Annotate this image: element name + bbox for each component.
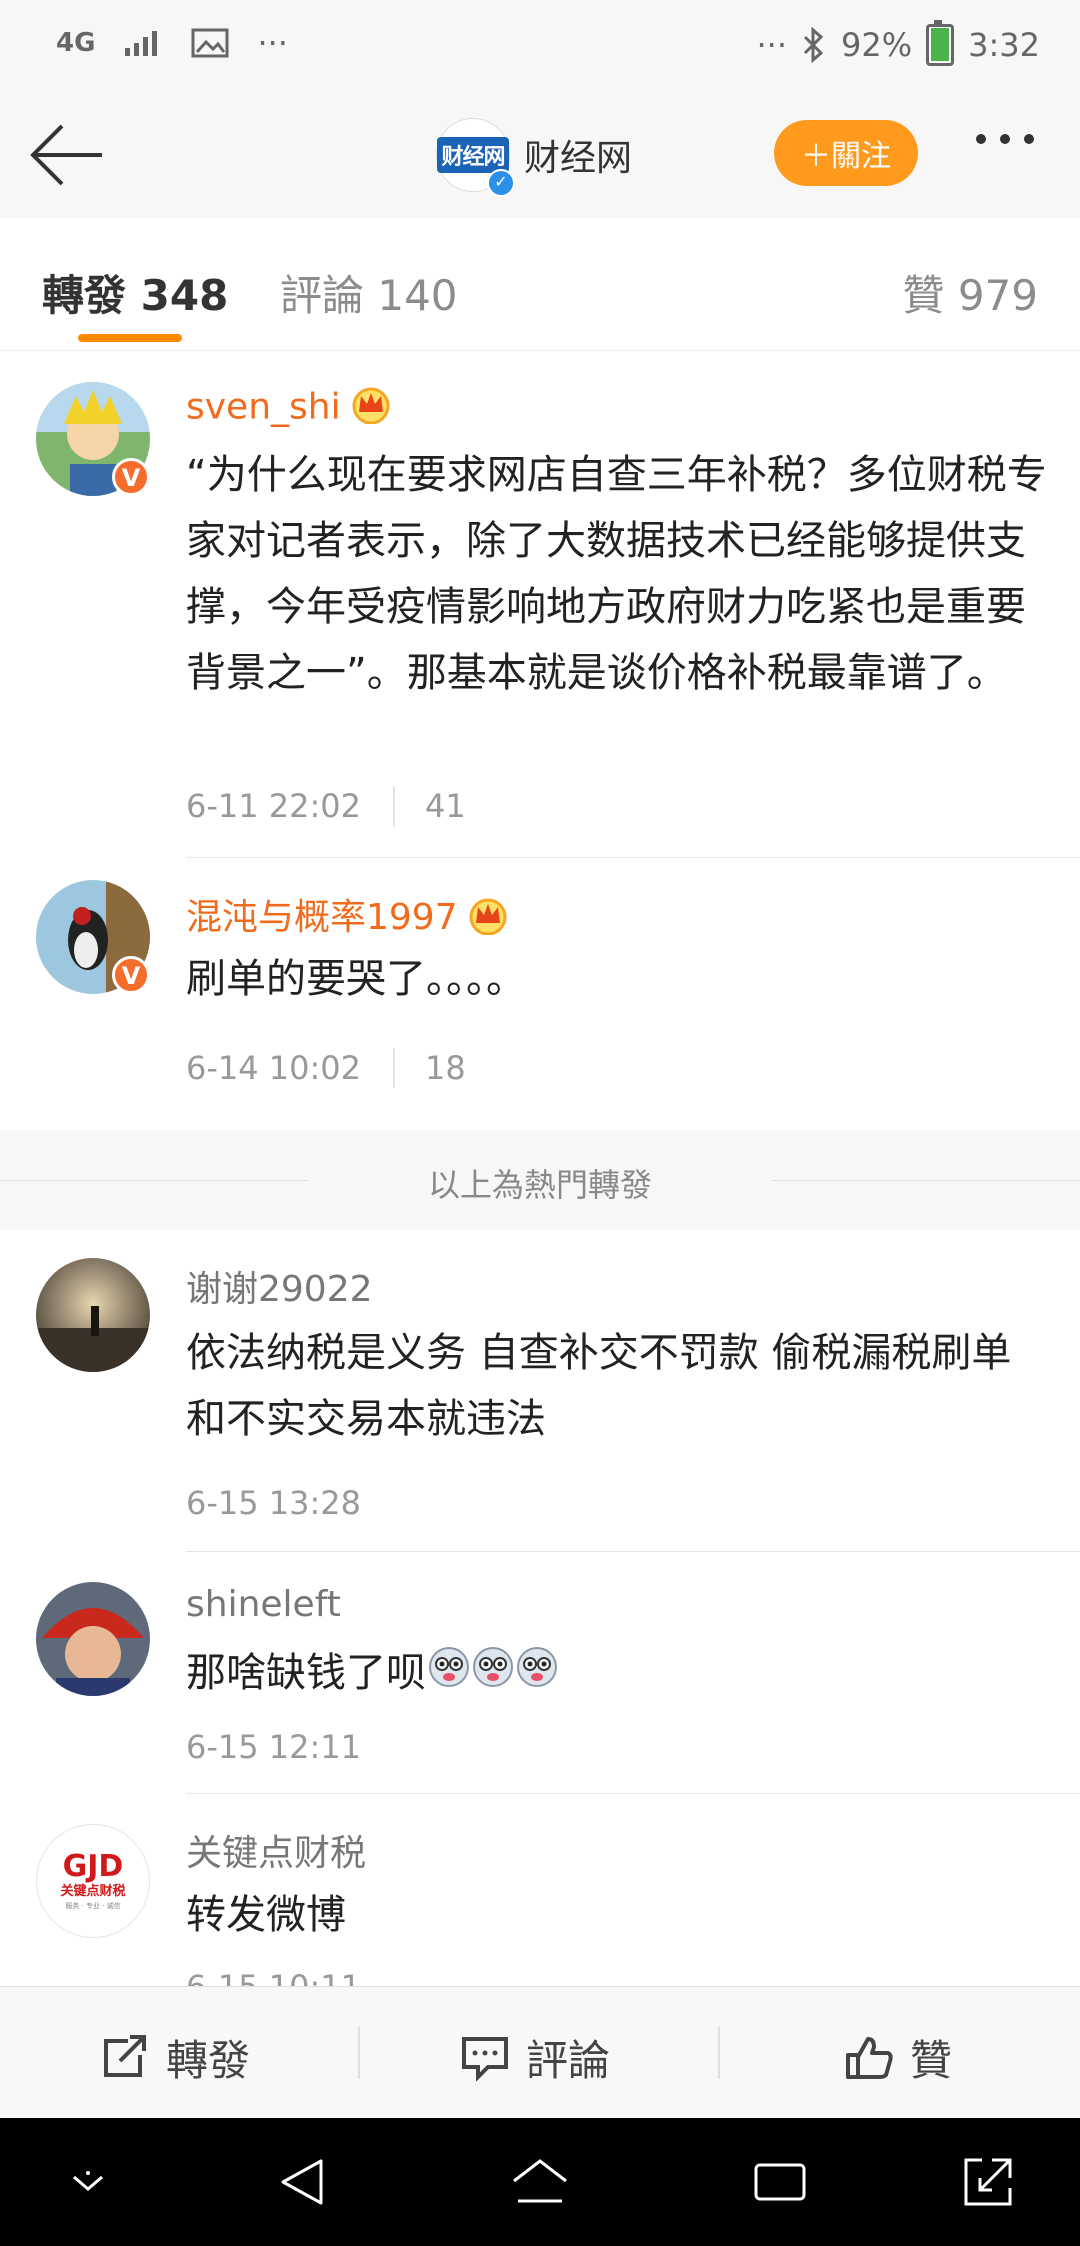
account-header[interactable]: 财经网 ✓ 财经网 [436, 118, 633, 197]
avatar[interactable]: V [36, 382, 150, 496]
meta-divider [393, 1048, 396, 1088]
more-dots-icon: ··· [756, 26, 788, 64]
emoji-row [426, 1647, 558, 1696]
battery-percent: 92% [841, 26, 913, 64]
image-icon [191, 28, 229, 58]
doge-emoji [516, 1642, 558, 1708]
hot-reposts-label: 以上為熱門轉發 [427, 1166, 652, 1204]
back-triangle-icon [281, 2159, 323, 2205]
bluetooth-icon [801, 27, 827, 63]
username[interactable]: shineleft [186, 1584, 341, 1625]
bottom-action-bar: 轉發 評論 贊 [0, 1986, 1080, 2119]
timestamp: 6-11 22:02 [186, 787, 362, 825]
signal-icon [123, 28, 163, 58]
doge-emoji [472, 1642, 514, 1708]
list-item[interactable]: V 混沌与概率1997 刷单的要哭了。。。。 6-14 10:02 18 [0, 858, 1080, 1130]
network-4g-icon: 4G [56, 28, 96, 58]
more-dot [1000, 134, 1010, 144]
status-bar: 4G ··· ··· 92% 3:32 [0, 0, 1080, 92]
like-count[interactable]: 41 [425, 787, 466, 825]
repost-icon [104, 2034, 146, 2077]
repost-text: 刷单的要哭了。。。。 [186, 956, 526, 1002]
timestamp: 6-15 13:28 [186, 1484, 362, 1522]
like-icon [846, 2036, 893, 2079]
expand-icon [964, 2158, 1012, 2206]
vip-crown-icon [466, 895, 510, 944]
back-nav-button[interactable] [270, 2150, 334, 2214]
home-nav-button[interactable] [508, 2150, 572, 2214]
timestamp: 6-15 12:11 [186, 1728, 362, 1766]
more-options-button[interactable] [976, 134, 1034, 144]
battery-icon [926, 20, 955, 66]
avatar[interactable]: GJD 关键点财税 服务 · 专业 · 诚信 [36, 1824, 150, 1938]
repost-text: 依法纳税是义务 自查补交不罚款 偷税漏税刷单和不实交易本就违法 [186, 1330, 1012, 1442]
repost-meta: 6-11 22:02 41 [186, 786, 466, 826]
back-arrow-icon [30, 124, 102, 186]
avatar[interactable] [36, 1258, 150, 1372]
list-item[interactable]: 谢谢29022 依法纳税是义务 自查补交不罚款 偷税漏税刷单和不实交易本就违法 … [0, 1230, 1080, 1552]
action-divider [358, 2027, 360, 2079]
verified-icon: V [112, 458, 150, 496]
back-button[interactable] [28, 120, 108, 190]
repost-meta: 6-15 12:11 [186, 1728, 361, 1766]
chevron-down-icon [73, 2171, 103, 2191]
account-logo: 财经网 [437, 137, 509, 173]
avatar-logo-name: 关键点财税 [60, 1884, 126, 1899]
clock: 3:32 [968, 26, 1040, 64]
repost-button[interactable]: 轉發 [100, 2027, 250, 2088]
vip-crown-icon [349, 384, 393, 433]
tab-bar: 轉發 348 評論 140 贊 979 [0, 218, 1080, 351]
home-icon [513, 2159, 567, 2203]
expand-nav-button[interactable] [956, 2150, 1020, 2214]
repost-meta: 6-14 10:02 18 [186, 1048, 466, 1088]
account-name: 财经网 [524, 138, 633, 179]
repost-list: V sven_shi “为什么现在要求网店自查三年补税？多位财税专家对记者表示，… [0, 350, 1080, 2006]
like-button[interactable]: 贊 [844, 2027, 952, 2088]
repost-label: 轉發 [166, 2036, 251, 2085]
username[interactable]: 混沌与概率1997 [186, 888, 510, 944]
action-divider [718, 2027, 720, 2079]
verified-icon: ✓ [487, 169, 515, 197]
tab-comments[interactable]: 評論 140 [280, 262, 458, 323]
avatar[interactable] [36, 1582, 150, 1696]
like-count[interactable]: 18 [425, 1049, 466, 1087]
active-tab-indicator [78, 334, 182, 342]
hot-reposts-divider: 以上為熱門轉發 [0, 1130, 1080, 1230]
system-nav-bar [0, 2118, 1080, 2246]
avatar-logo-tagline: 服务 · 专业 · 诚信 [65, 1902, 121, 1910]
tab-likes[interactable]: 贊 979 [902, 262, 1038, 323]
comment-label: 評論 [526, 2036, 611, 2085]
like-label: 贊 [910, 2036, 953, 2085]
repost-text: “为什么现在要求网店自查三年补税？多位财税专家对记者表示，除了大数据技术已经能够… [186, 452, 1047, 696]
avatar[interactable]: V [36, 880, 150, 994]
list-item[interactable]: GJD 关键点财税 服务 · 专业 · 诚信 关键点财税 转发微博 6-15 1… [0, 1794, 1080, 2006]
repost-text-body: 那啥缺钱了呗 [186, 1650, 426, 1696]
tab-reposts[interactable]: 轉發 348 [42, 262, 228, 323]
meta-divider [393, 786, 396, 826]
recents-icon [754, 2163, 806, 2201]
comment-icon [462, 2036, 508, 2081]
account-avatar: 财经网 ✓ [436, 118, 515, 197]
recents-nav-button[interactable] [748, 2150, 812, 2214]
verified-icon: V [112, 956, 150, 994]
follow-button[interactable]: ＋關注 [774, 120, 918, 186]
more-dot [1024, 134, 1034, 144]
list-item[interactable]: V sven_shi “为什么现在要求网店自查三年补税？多位财税专家对记者表示，… [0, 350, 1080, 858]
avatar-logo: GJD [62, 1849, 124, 1884]
doge-emoji [428, 1642, 470, 1708]
username[interactable]: sven_shi [186, 384, 393, 433]
more-dots-icon [976, 134, 986, 144]
repost-text: 那啥缺钱了呗 [186, 1640, 1050, 1708]
repost-text: 转发微博 [186, 1892, 346, 1938]
more-dots-icon: ··· [257, 24, 288, 62]
username[interactable]: 谢谢29022 [186, 1260, 373, 1312]
username[interactable]: 关键点财税 [186, 1824, 366, 1876]
comment-button[interactable]: 評論 [460, 2027, 610, 2088]
timestamp: 6-14 10:02 [186, 1049, 362, 1087]
repost-meta: 6-15 13:28 [186, 1484, 361, 1522]
title-bar: 财经网 ✓ 财经网 ＋關注 [0, 92, 1080, 219]
hide-keyboard-button[interactable] [56, 2150, 120, 2214]
list-item[interactable]: shineleft 那啥缺钱了呗 6-15 12:11 [0, 1552, 1080, 1794]
